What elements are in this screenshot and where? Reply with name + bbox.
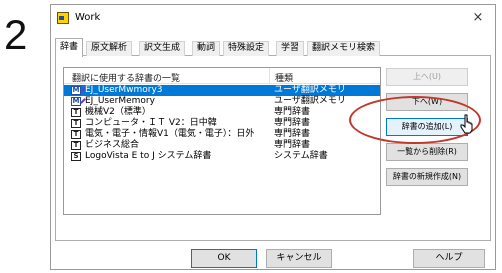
new-dictionary-button[interactable]: 辞書の新規作成(N) <box>386 168 468 186</box>
dictionary-name: LogoVista E to J システム辞書 <box>85 151 212 161</box>
dictionary-type: 専門辞書 <box>274 140 311 150</box>
tab-bar: 辞書 原文解析 訳文生成 動詞 特殊設定 学習 翻訳メモリ検索 <box>55 38 491 57</box>
dictionary-name: コンピュータ・ＩＴ V2：日中韓 <box>85 118 217 128</box>
dictionary-name: EJ_UserMemory <box>85 96 155 106</box>
list-item[interactable]: T コンピュータ・ＩＴ V2：日中韓 専門辞書 <box>64 118 380 129</box>
list-item[interactable]: T 機械V2（標準） 専門辞書 <box>64 107 380 118</box>
dictionary-icon: T <box>71 108 81 117</box>
step-number: 2 <box>4 11 28 58</box>
list-item[interactable]: T 電気・電子・情報V1（電気・電子）：日外 専門辞書 <box>64 129 380 140</box>
column-divider[interactable] <box>269 68 270 84</box>
close-button[interactable]: × <box>467 8 489 28</box>
window-title: Work <box>75 12 101 23</box>
tab-source-analysis[interactable]: 原文解析 <box>86 41 133 56</box>
tab-translation-generation[interactable]: 訳文生成 <box>139 41 186 56</box>
dictionary-name: EJ_UserMwmory3 <box>85 85 163 95</box>
tab-verbs[interactable]: 動詞 <box>192 41 221 56</box>
dictionary-icon: T <box>71 141 81 150</box>
list-item[interactable]: M EJ_UserMwmory3 ユーザ翻訳メモリ <box>64 85 380 96</box>
dictionary-type: システム辞書 <box>274 151 328 161</box>
title-bar: Work × <box>51 5 495 31</box>
cancel-button[interactable]: キャンセル <box>266 249 332 268</box>
list-item[interactable]: S LogoVista E to J システム辞書 システム辞書 <box>64 151 380 162</box>
app-icon <box>57 12 69 24</box>
column-header-type[interactable]: 種類 <box>275 71 293 84</box>
tab-learning[interactable]: 学習 <box>276 41 305 56</box>
remove-from-list-button[interactable]: 一覧から削除(R) <box>386 143 468 161</box>
dictionary-name: 電気・電子・情報V1（電気・電子）：日外 <box>85 129 255 139</box>
dictionary-type: ユーザ翻訳メモリ <box>274 85 346 95</box>
list-item[interactable]: T ビジネス総合 専門辞書 <box>64 140 380 151</box>
tab-translation-memory-search[interactable]: 翻訳メモリ検索 <box>307 41 381 56</box>
dictionary-type: 専門辞書 <box>274 118 311 128</box>
list-rows: M EJ_UserMwmory3 ユーザ翻訳メモリ M EJ_UserMemory ユーザ… <box>64 85 380 162</box>
dictionary-type: 専門辞書 <box>274 129 311 139</box>
list-item[interactable]: M EJ_UserMemory ユーザ翻訳メモリ <box>64 96 380 107</box>
tab-special-settings[interactable]: 特殊設定 <box>223 41 270 56</box>
dictionary-icon: T <box>71 119 81 128</box>
dictionary-type: 専門辞書 <box>274 107 311 117</box>
dictionary-icon: T <box>71 130 81 139</box>
dictionary-list[interactable]: 翻訳に使用する辞書の一覧 種類 M EJ_UserMwmory3 ユーザ翻訳メモリ M… <box>63 67 381 215</box>
user-memory-icon: M <box>71 86 81 95</box>
help-button[interactable]: ヘルプ <box>413 249 485 268</box>
ok-button[interactable]: OK <box>191 249 257 268</box>
column-header-name[interactable]: 翻訳に使用する辞書の一覧 <box>72 71 180 84</box>
user-memory-icon: M <box>71 97 81 106</box>
dictionary-name: ビジネス総合 <box>85 140 140 150</box>
system-dictionary-icon: S <box>71 152 81 161</box>
dictionary-name: 機械V2（標準） <box>85 107 151 117</box>
dictionary-panel: 翻訳に使用する辞書の一覧 種類 M EJ_UserMwmory3 ユーザ翻訳メモリ M… <box>55 56 491 241</box>
move-up-button[interactable]: 上へ(U) <box>386 68 468 86</box>
list-header: 翻訳に使用する辞書の一覧 種類 <box>64 68 380 84</box>
dictionary-type: ユーザ翻訳メモリ <box>274 96 346 106</box>
tab-dictionary[interactable]: 辞書 <box>55 38 84 57</box>
